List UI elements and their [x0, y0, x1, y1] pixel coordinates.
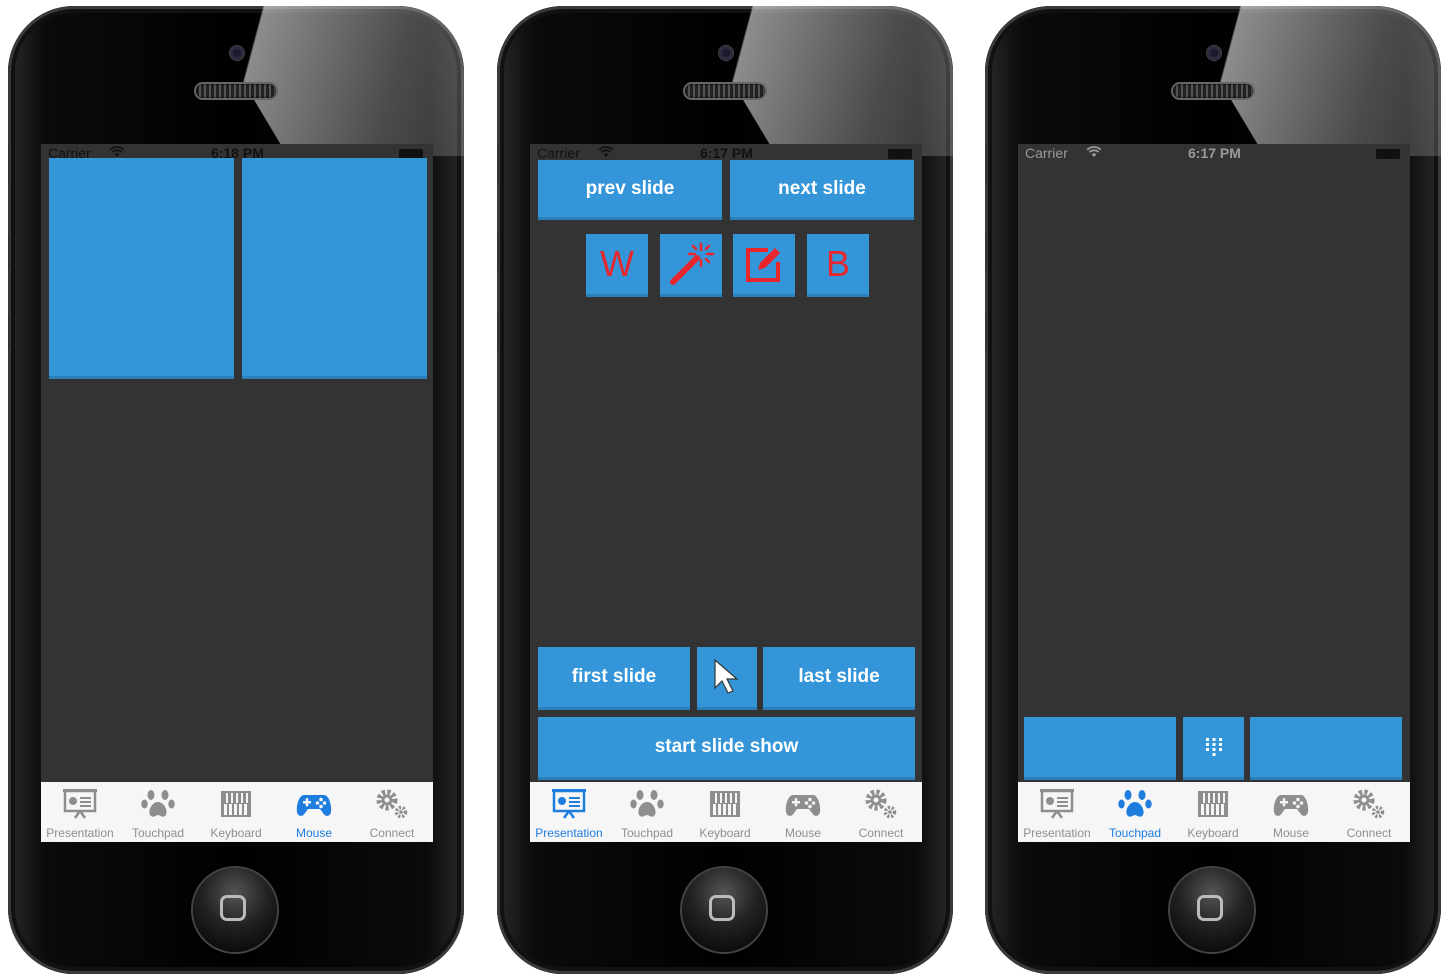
keyboard-icon [1198, 791, 1228, 817]
tab-connect[interactable]: Connect [842, 782, 920, 842]
tab-label: Presentation [1023, 826, 1091, 840]
status-bar: Carrier 6:17 PM [1018, 144, 1410, 164]
tab-label: Mouse [784, 826, 822, 840]
tab-label: Mouse [295, 826, 333, 840]
gears-icon [1353, 789, 1385, 819]
home-button[interactable] [682, 868, 766, 952]
tab-label: Keyboard [699, 826, 751, 840]
tab-presentation[interactable]: Presentation [530, 782, 608, 842]
carrier-label: Carrier [537, 145, 580, 161]
keyboard-icon [221, 791, 251, 817]
left-click-button[interactable] [49, 158, 234, 376]
front-camera [719, 46, 733, 60]
battery-icon [888, 149, 912, 159]
tab-label: Touchpad [620, 826, 674, 840]
tab-label: Connect [858, 826, 904, 840]
tab-label: Presentation [535, 826, 603, 840]
first-slide-button[interactable]: first slide [538, 647, 690, 707]
tab-label: Mouse [1272, 826, 1310, 840]
tab-mouse[interactable]: Mouse [275, 782, 353, 842]
laser-pointer-button[interactable] [660, 234, 722, 294]
tab-label: Connect [369, 826, 415, 840]
right-click-button[interactable] [1250, 717, 1402, 777]
tab-mouse[interactable]: Mouse [764, 782, 842, 842]
earpiece-speaker [196, 84, 276, 98]
presentation-icon [552, 789, 586, 819]
gamepad-icon [1273, 795, 1309, 816]
presentation-icon [63, 789, 97, 819]
tab-keyboard[interactable]: Keyboard [1174, 782, 1252, 842]
tab-label: Connect [1346, 826, 1392, 840]
presentation-icon [1040, 789, 1074, 819]
right-click-button[interactable] [242, 158, 427, 376]
cursor-icon [714, 658, 739, 694]
start-slide-show-button[interactable]: start slide show [538, 717, 915, 777]
magic-wand-icon [670, 242, 715, 285]
front-camera [230, 46, 244, 60]
tab-bar: Presentation Touchpad Keyboard Mouse Con… [1018, 782, 1410, 842]
wifi-icon [109, 146, 125, 157]
screen: Carrier 6:17 PM Presentation Touchpad Ke… [1018, 144, 1410, 842]
tab-bar: Presentation Touchpad Keyboard Mouse Con… [41, 782, 433, 842]
wifi-icon [598, 146, 614, 157]
black-screen-button[interactable]: B [807, 234, 869, 294]
tab-label: Presentation [46, 826, 114, 840]
carrier-label: Carrier [1025, 145, 1068, 161]
earpiece-speaker [685, 84, 765, 98]
tab-bar: Presentation Touchpad Keyboard Mouse Con… [530, 782, 922, 842]
tab-connect[interactable]: Connect [353, 782, 431, 842]
status-bar: Carrier 6:17 PM [530, 144, 922, 164]
battery-icon [1376, 149, 1400, 159]
tab-label: Touchpad [1108, 826, 1162, 840]
home-button[interactable] [1170, 868, 1254, 952]
screen: Carrier 6:18 PM Presentation Touchpad Ke… [41, 144, 433, 842]
tab-keyboard[interactable]: Keyboard [686, 782, 764, 842]
tab-label: Keyboard [1187, 826, 1239, 840]
keyboard-icon [710, 791, 740, 817]
tab-keyboard[interactable]: Keyboard [197, 782, 275, 842]
tab-touchpad[interactable]: Touchpad [1096, 782, 1174, 842]
gamepad-icon [785, 795, 821, 816]
clock: 6:17 PM [1188, 145, 1241, 161]
tab-touchpad[interactable]: Touchpad [608, 782, 686, 842]
front-camera [1207, 46, 1221, 60]
paw-icon [1118, 790, 1152, 817]
touchpad-area[interactable] [1018, 166, 1410, 706]
keypad-icon [1205, 738, 1222, 756]
wifi-icon [1086, 146, 1102, 157]
gears-icon [376, 789, 408, 819]
home-button[interactable] [193, 868, 277, 952]
phone-touchpad: Carrier 6:17 PM Presentation Touchpad Ke… [985, 6, 1441, 974]
keypad-button[interactable] [1183, 717, 1244, 777]
white-screen-button[interactable]: W [586, 234, 648, 294]
pointer-button[interactable] [697, 647, 757, 707]
clock: 6:17 PM [700, 145, 753, 161]
gamepad-icon [296, 795, 332, 816]
earpiece-speaker [1173, 84, 1253, 98]
prev-slide-button[interactable]: prev slide [538, 160, 722, 217]
paw-icon [630, 790, 664, 817]
edit-icon [746, 248, 780, 282]
left-click-button[interactable] [1024, 717, 1176, 777]
tab-touchpad[interactable]: Touchpad [119, 782, 197, 842]
tab-presentation[interactable]: Presentation [41, 782, 119, 842]
paw-icon [141, 790, 175, 817]
last-slide-button[interactable]: last slide [763, 647, 915, 707]
tab-label: Touchpad [131, 826, 185, 840]
next-slide-button[interactable]: next slide [730, 160, 914, 217]
tab-label: Keyboard [210, 826, 262, 840]
pen-button[interactable] [733, 234, 795, 294]
tab-presentation[interactable]: Presentation [1018, 782, 1096, 842]
screen: prev slide next slide Carrier 6:17 PM W [530, 144, 922, 842]
phone-presentation: prev slide next slide Carrier 6:17 PM W [497, 6, 953, 974]
tab-connect[interactable]: Connect [1330, 782, 1408, 842]
phone-mouse: Carrier 6:18 PM Presentation Touchpad Ke… [8, 6, 464, 974]
tab-mouse[interactable]: Mouse [1252, 782, 1330, 842]
gears-icon [865, 789, 897, 819]
